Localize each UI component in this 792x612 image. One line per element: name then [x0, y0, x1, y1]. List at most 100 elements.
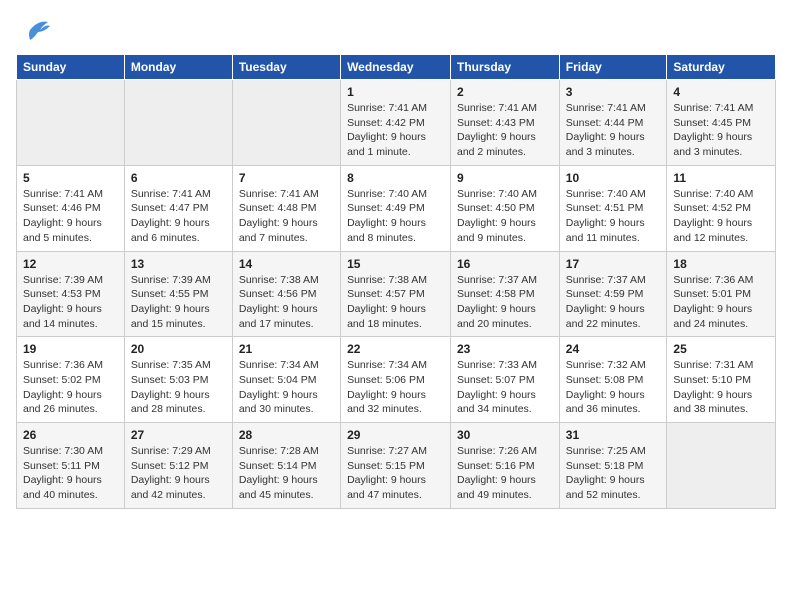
- day-number: 1: [347, 85, 444, 99]
- weekday-header-cell: Wednesday: [341, 55, 451, 80]
- calendar-day-cell: 16Sunrise: 7:37 AM Sunset: 4:58 PM Dayli…: [451, 251, 560, 337]
- page-header: [16, 16, 776, 44]
- day-info: Sunrise: 7:40 AM Sunset: 4:52 PM Dayligh…: [673, 187, 769, 246]
- calendar-day-cell: [17, 80, 125, 166]
- calendar-week-row: 12 Sunrise: 7:39 AM Sunset: 4:53 PM Dayli…: [17, 251, 776, 337]
- day-number: 24: [566, 342, 661, 356]
- calendar-day-cell: 12 Sunrise: 7:39 AM Sunset: 4:53 PM Dayli…: [17, 251, 125, 337]
- calendar-week-row: 19 Sunrise: 7:36 AM Sunset: 5:02 PM Dayli…: [17, 337, 776, 423]
- calendar-day-cell: 11 Sunrise: 7:40 AM Sunset: 4:52 PM Dayli…: [667, 165, 776, 251]
- day-number: 12: [23, 257, 118, 271]
- day-info: Sunrise: 7:33 AM Sunset: 5:07 PM Dayligh…: [457, 358, 553, 417]
- day-number: 25: [673, 342, 769, 356]
- weekday-header-cell: Monday: [124, 55, 232, 80]
- day-info: Sunrise: 7:36 AM Sunset: 5:01 PM Dayligh…: [673, 273, 769, 332]
- day-number: 28: [239, 428, 334, 442]
- calendar-day-cell: 6 Sunrise: 7:41 AM Sunset: 4:47 PM Daylig…: [124, 165, 232, 251]
- day-number: 18: [673, 257, 769, 271]
- day-number: 8: [347, 171, 444, 185]
- day-number: 6: [131, 171, 226, 185]
- day-number: 4: [673, 85, 769, 99]
- day-info: Sunrise: 7:38 AM Sunset: 4:56 PM Dayligh…: [239, 273, 334, 332]
- day-info: Sunrise: 7:37 AM Sunset: 4:59 PM Dayligh…: [566, 273, 661, 332]
- day-number: 27: [131, 428, 226, 442]
- calendar-day-cell: 9 Sunrise: 7:40 AM Sunset: 4:50 PM Daylig…: [451, 165, 560, 251]
- calendar-day-cell: 23 Sunrise: 7:33 AM Sunset: 5:07 PM Dayli…: [451, 337, 560, 423]
- day-info: Sunrise: 7:28 AM Sunset: 5:14 PM Dayligh…: [239, 444, 334, 503]
- calendar-day-cell: 17 Sunrise: 7:37 AM Sunset: 4:59 PM Dayli…: [559, 251, 667, 337]
- weekday-header-cell: Saturday: [667, 55, 776, 80]
- day-info: Sunrise: 7:41 AM Sunset: 4:47 PM Dayligh…: [131, 187, 226, 246]
- day-info: Sunrise: 7:37 AM Sunset: 4:58 PM Dayligh…: [457, 273, 553, 332]
- day-info: Sunrise: 7:41 AM Sunset: 4:42 PM Dayligh…: [347, 101, 444, 160]
- calendar-day-cell: 30 Sunrise: 7:26 AM Sunset: 5:16 PM Dayli…: [451, 423, 560, 509]
- day-info: Sunrise: 7:38 AM Sunset: 4:57 PM Dayligh…: [347, 273, 444, 332]
- calendar-day-cell: [667, 423, 776, 509]
- day-number: 19: [23, 342, 118, 356]
- calendar-day-cell: 24Sunrise: 7:32 AM Sunset: 5:08 PM Dayli…: [559, 337, 667, 423]
- calendar-day-cell: 14 Sunrise: 7:38 AM Sunset: 4:56 PM Dayli…: [232, 251, 340, 337]
- calendar-week-row: 5 Sunrise: 7:41 AM Sunset: 4:46 PM Daylig…: [17, 165, 776, 251]
- calendar-day-cell: 8Sunrise: 7:40 AM Sunset: 4:49 PM Daylig…: [341, 165, 451, 251]
- day-info: Sunrise: 7:39 AM Sunset: 4:55 PM Dayligh…: [131, 273, 226, 332]
- day-info: Sunrise: 7:34 AM Sunset: 5:06 PM Dayligh…: [347, 358, 444, 417]
- day-number: 26: [23, 428, 118, 442]
- calendar-day-cell: 18 Sunrise: 7:36 AM Sunset: 5:01 PM Dayli…: [667, 251, 776, 337]
- calendar-day-cell: 29 Sunrise: 7:27 AM Sunset: 5:15 PM Dayli…: [341, 423, 451, 509]
- calendar-day-cell: 19 Sunrise: 7:36 AM Sunset: 5:02 PM Dayli…: [17, 337, 125, 423]
- day-info: Sunrise: 7:34 AM Sunset: 5:04 PM Dayligh…: [239, 358, 334, 417]
- weekday-header-cell: Sunday: [17, 55, 125, 80]
- calendar-day-cell: 15 Sunrise: 7:38 AM Sunset: 4:57 PM Dayli…: [341, 251, 451, 337]
- calendar-day-cell: [232, 80, 340, 166]
- day-info: Sunrise: 7:36 AM Sunset: 5:02 PM Dayligh…: [23, 358, 118, 417]
- day-number: 15: [347, 257, 444, 271]
- calendar-week-row: 26Sunrise: 7:30 AM Sunset: 5:11 PM Dayli…: [17, 423, 776, 509]
- weekday-header-cell: Tuesday: [232, 55, 340, 80]
- day-number: 2: [457, 85, 553, 99]
- day-info: Sunrise: 7:31 AM Sunset: 5:10 PM Dayligh…: [673, 358, 769, 417]
- calendar-day-cell: 13Sunrise: 7:39 AM Sunset: 4:55 PM Dayli…: [124, 251, 232, 337]
- calendar-day-cell: 10 Sunrise: 7:40 AM Sunset: 4:51 PM Dayli…: [559, 165, 667, 251]
- day-number: 20: [131, 342, 226, 356]
- day-number: 17: [566, 257, 661, 271]
- calendar-day-cell: 26Sunrise: 7:30 AM Sunset: 5:11 PM Dayli…: [17, 423, 125, 509]
- calendar-day-cell: 22 Sunrise: 7:34 AM Sunset: 5:06 PM Dayli…: [341, 337, 451, 423]
- calendar-day-cell: 25 Sunrise: 7:31 AM Sunset: 5:10 PM Dayli…: [667, 337, 776, 423]
- day-info: Sunrise: 7:40 AM Sunset: 4:51 PM Dayligh…: [566, 187, 661, 246]
- day-info: Sunrise: 7:39 AM Sunset: 4:53 PM Dayligh…: [23, 273, 118, 332]
- calendar-day-cell: 28 Sunrise: 7:28 AM Sunset: 5:14 PM Dayli…: [232, 423, 340, 509]
- day-number: 11: [673, 171, 769, 185]
- day-info: Sunrise: 7:41 AM Sunset: 4:44 PM Dayligh…: [566, 101, 661, 160]
- day-info: Sunrise: 7:41 AM Sunset: 4:48 PM Dayligh…: [239, 187, 334, 246]
- day-number: 30: [457, 428, 553, 442]
- day-info: Sunrise: 7:27 AM Sunset: 5:15 PM Dayligh…: [347, 444, 444, 503]
- day-number: 10: [566, 171, 661, 185]
- weekday-header-cell: Thursday: [451, 55, 560, 80]
- day-number: 14: [239, 257, 334, 271]
- calendar-day-cell: 20 Sunrise: 7:35 AM Sunset: 5:03 PM Dayli…: [124, 337, 232, 423]
- day-number: 5: [23, 171, 118, 185]
- day-info: Sunrise: 7:41 AM Sunset: 4:46 PM Dayligh…: [23, 187, 118, 246]
- weekday-header-cell: Friday: [559, 55, 667, 80]
- day-number: 7: [239, 171, 334, 185]
- day-number: 31: [566, 428, 661, 442]
- day-info: Sunrise: 7:41 AM Sunset: 4:43 PM Dayligh…: [457, 101, 553, 160]
- weekday-header-row: SundayMondayTuesdayWednesdayThursdayFrid…: [17, 55, 776, 80]
- day-info: Sunrise: 7:26 AM Sunset: 5:16 PM Dayligh…: [457, 444, 553, 503]
- calendar-table: SundayMondayTuesdayWednesdayThursdayFrid…: [16, 54, 776, 509]
- day-info: Sunrise: 7:40 AM Sunset: 4:50 PM Dayligh…: [457, 187, 553, 246]
- calendar-day-cell: 3 Sunrise: 7:41 AM Sunset: 4:44 PM Daylig…: [559, 80, 667, 166]
- day-number: 3: [566, 85, 661, 99]
- calendar-day-cell: 21Sunrise: 7:34 AM Sunset: 5:04 PM Dayli…: [232, 337, 340, 423]
- day-info: Sunrise: 7:35 AM Sunset: 5:03 PM Dayligh…: [131, 358, 226, 417]
- day-number: 23: [457, 342, 553, 356]
- calendar-day-cell: 5 Sunrise: 7:41 AM Sunset: 4:46 PM Daylig…: [17, 165, 125, 251]
- day-info: Sunrise: 7:29 AM Sunset: 5:12 PM Dayligh…: [131, 444, 226, 503]
- calendar-day-cell: 7 Sunrise: 7:41 AM Sunset: 4:48 PM Daylig…: [232, 165, 340, 251]
- calendar-day-cell: 31Sunrise: 7:25 AM Sunset: 5:18 PM Dayli…: [559, 423, 667, 509]
- day-number: 29: [347, 428, 444, 442]
- day-number: 9: [457, 171, 553, 185]
- calendar-day-cell: 27 Sunrise: 7:29 AM Sunset: 5:12 PM Dayli…: [124, 423, 232, 509]
- calendar-day-cell: 2 Sunrise: 7:41 AM Sunset: 4:43 PM Daylig…: [451, 80, 560, 166]
- day-number: 22: [347, 342, 444, 356]
